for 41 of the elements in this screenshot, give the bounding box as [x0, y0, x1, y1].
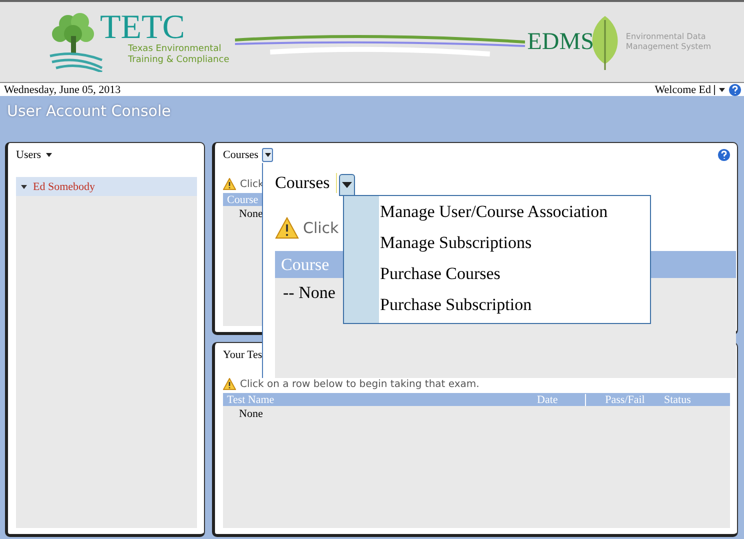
collapse-icon[interactable] — [21, 184, 27, 190]
column-header: Pass/Fail — [604, 394, 646, 406]
notice-text: Click on a row below to begin taking that exam. — [240, 378, 480, 390]
date-label: Wednesday, June 05, 2013 — [4, 84, 121, 96]
menu-item[interactable]: Purchase Subscription — [380, 295, 650, 326]
menu-item[interactable]: Manage Subscriptions — [380, 233, 650, 264]
table-cell: -- None — [283, 283, 336, 303]
logo-title: TETC — [100, 12, 185, 44]
notice-text: Click — [303, 219, 339, 237]
caret-icon[interactable] — [340, 181, 353, 189]
panel-title: Courses — [223, 149, 258, 161]
dropdown-button[interactable] — [338, 174, 355, 196]
caret-icon[interactable] — [45, 152, 54, 158]
dropdown-button[interactable] — [262, 148, 274, 162]
logo-subtitle: Texas Environmental — [128, 44, 222, 55]
menu-item[interactable]: Purchase Courses — [380, 264, 650, 295]
panel-title: Courses — [275, 173, 330, 193]
welcome-label: Welcome Ed — [654, 84, 711, 96]
warning-icon — [223, 378, 236, 390]
column-header: Test Name — [226, 394, 276, 406]
help-icon[interactable] — [718, 149, 730, 161]
page-title: User Account Console — [6, 101, 172, 122]
column-header: Date — [533, 394, 586, 406]
column-header: Status — [663, 394, 692, 406]
table-cell: None — [239, 408, 263, 420]
menu-item[interactable]: Manage User/Course Association — [380, 202, 650, 233]
warning-icon — [275, 217, 299, 239]
column-header: Course — [226, 194, 258, 206]
logo-subtitle: Management System — [626, 42, 711, 52]
panel-title: Your Tes — [223, 349, 262, 361]
tree-item[interactable]: Ed Somebody — [16, 177, 197, 196]
logo-subtitle: Training & Compliance — [128, 55, 230, 66]
column-header: Course — [281, 254, 330, 274]
help-icon[interactable] — [729, 84, 741, 96]
table-cell: None — [239, 208, 263, 220]
warning-icon — [223, 178, 236, 190]
panel-title: Users — [16, 149, 42, 161]
caret-icon[interactable] — [718, 86, 726, 92]
logo-title: EDMS — [527, 28, 594, 56]
logo-subtitle: Environmental Data — [626, 32, 707, 42]
caret-icon[interactable] — [264, 152, 272, 158]
